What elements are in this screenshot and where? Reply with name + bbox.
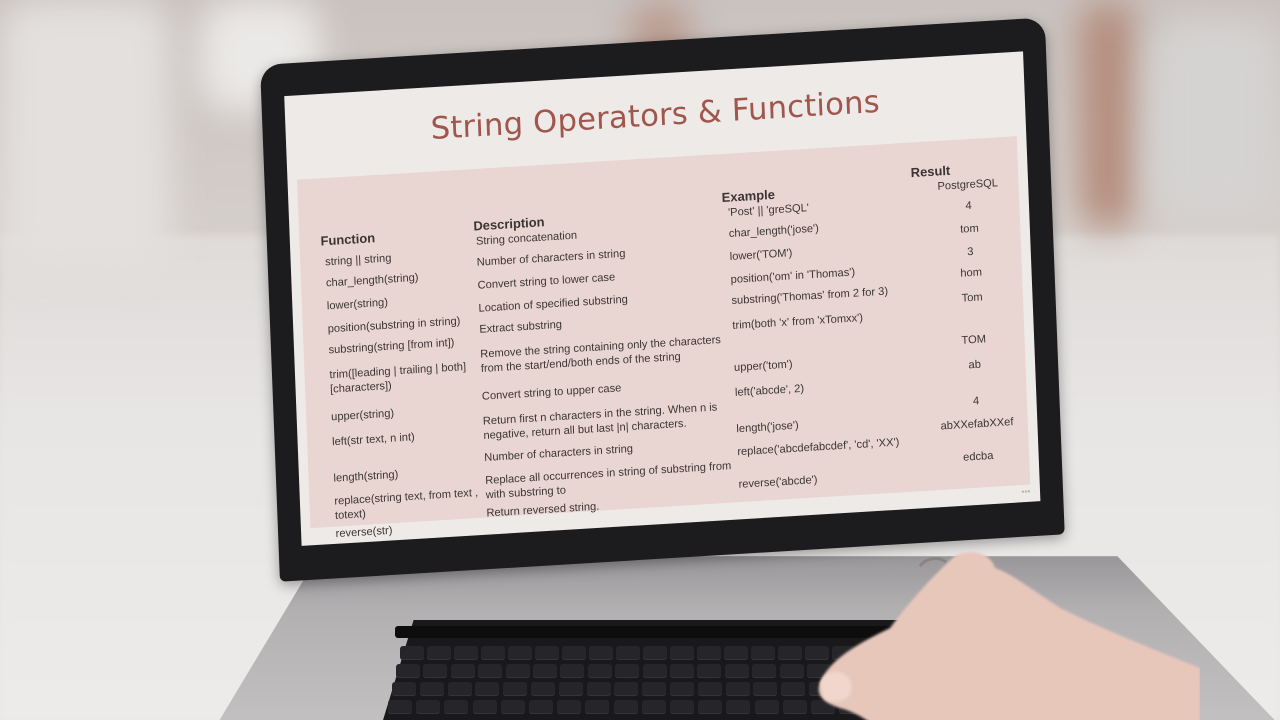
keyboard-key[interactable] — [641, 700, 666, 714]
keyboard-key[interactable] — [724, 646, 748, 660]
keyboard-key[interactable] — [698, 700, 723, 714]
keyboard-key[interactable] — [614, 682, 639, 696]
laptop-screen: String Operators & Functions Function De… — [284, 51, 1041, 546]
hand-on-keyboard-icon — [818, 552, 1200, 720]
keyboard-key[interactable] — [508, 646, 532, 660]
keyboard-key[interactable] — [642, 664, 667, 678]
keyboard-key[interactable] — [444, 700, 469, 714]
keyboard-key[interactable] — [670, 700, 694, 714]
keyboard-key[interactable] — [475, 682, 500, 696]
keyboard-key[interactable] — [586, 682, 611, 696]
keyboard-key[interactable] — [643, 646, 667, 660]
keyboard-key[interactable] — [416, 700, 441, 714]
keyboard-key[interactable] — [505, 664, 530, 678]
keyboard-key[interactable] — [529, 700, 553, 714]
keyboard-key[interactable] — [472, 700, 497, 714]
keyboard-key[interactable] — [531, 682, 555, 696]
keyboard-key[interactable] — [670, 682, 694, 696]
background-wall — [1150, 20, 1280, 220]
keyboard-key[interactable] — [670, 646, 694, 660]
laptop-lid: String Operators & Functions Function De… — [260, 17, 1065, 582]
keyboard-key[interactable] — [388, 700, 412, 714]
keyboard-key[interactable] — [450, 664, 475, 678]
keyboard-key[interactable] — [752, 664, 777, 678]
keyboard-key[interactable] — [478, 664, 503, 678]
keyboard-key[interactable] — [423, 664, 448, 678]
keyboard-key[interactable] — [670, 664, 694, 678]
keyboard-key[interactable] — [400, 646, 424, 660]
background-window — [0, 0, 170, 270]
photo-scene: String Operators & Functions Function De… — [0, 0, 1280, 720]
header-result: Result — [910, 163, 951, 180]
keyboard-key[interactable] — [396, 664, 420, 678]
keyboard-key[interactable] — [454, 646, 478, 660]
keyboard-key[interactable] — [481, 646, 505, 660]
keyboard-key[interactable] — [503, 682, 528, 696]
keyboard-key[interactable] — [754, 700, 779, 714]
keyboard-key[interactable] — [392, 682, 416, 696]
keyboard-key[interactable] — [697, 682, 722, 696]
keyboard-key[interactable] — [419, 682, 444, 696]
keyboard-key[interactable] — [587, 664, 612, 678]
keyboard-key[interactable] — [447, 682, 472, 696]
keyboard-key[interactable] — [427, 646, 451, 660]
keyboard-key[interactable] — [616, 646, 640, 660]
keyboard-key[interactable] — [724, 664, 749, 678]
keyboard-key[interactable] — [535, 646, 559, 660]
keyboard-key[interactable] — [613, 700, 638, 714]
keyboard-key[interactable] — [725, 682, 750, 696]
keyboard-key[interactable] — [560, 664, 585, 678]
keyboard-key[interactable] — [751, 646, 775, 660]
keyboard-key[interactable] — [726, 700, 751, 714]
keyboard-key[interactable] — [697, 646, 721, 660]
keyboard-key[interactable] — [562, 646, 586, 660]
keyboard-key[interactable] — [615, 664, 640, 678]
keyboard-key[interactable] — [697, 664, 722, 678]
keyboard-key[interactable] — [557, 700, 582, 714]
keyboard-key[interactable] — [558, 682, 583, 696]
watermark-logo-icon: ••• — [1021, 486, 1031, 497]
keyboard-key[interactable] — [585, 700, 610, 714]
keyboard-key[interactable] — [642, 682, 667, 696]
keyboard-key[interactable] — [533, 664, 557, 678]
keyboard-key[interactable] — [500, 700, 525, 714]
background-pole — [1080, 0, 1135, 230]
keyboard-key[interactable] — [753, 682, 778, 696]
keyboard-key[interactable] — [589, 646, 613, 660]
